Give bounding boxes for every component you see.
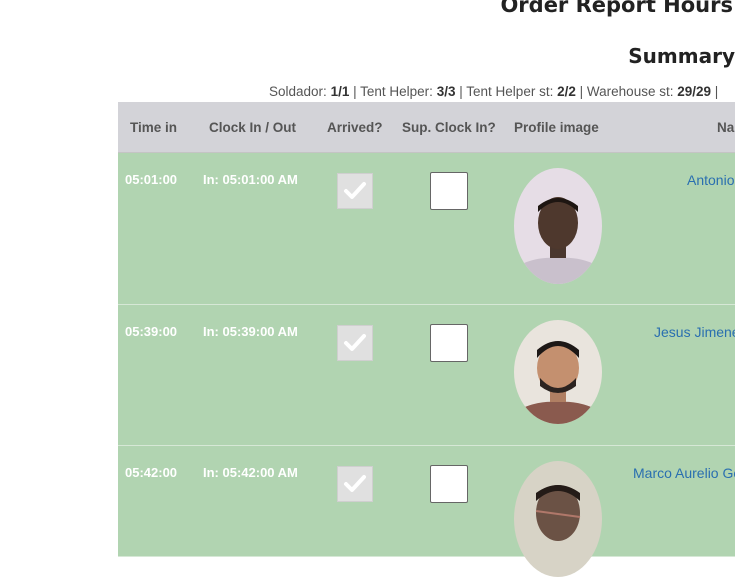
checkmark-icon bbox=[344, 334, 366, 351]
count-value: 3/3 bbox=[436, 84, 456, 99]
checkmark-icon bbox=[344, 182, 366, 199]
checkmark-icon bbox=[344, 475, 366, 492]
count-value: 1/1 bbox=[330, 84, 350, 99]
header-name[interactable]: Na bbox=[717, 120, 734, 135]
sup-clock-in-checkbox[interactable] bbox=[430, 172, 468, 210]
table-row: 05:42:00 In: 05:42:00 AM Marco Aurelio G… bbox=[118, 446, 735, 577]
table-header: Time in Clock In / Out Arrived? Sup. Clo… bbox=[118, 102, 735, 153]
sup-clock-in-checkbox[interactable] bbox=[430, 465, 468, 503]
header-profile-image[interactable]: Profile image bbox=[514, 120, 599, 135]
page-title: Order Report Hours bbox=[500, 0, 733, 17]
employee-name-link[interactable]: Jesus Jimene bbox=[654, 324, 735, 340]
time-in: 05:01:00 bbox=[125, 172, 178, 187]
avatar bbox=[514, 320, 602, 424]
attendance-table: Time in Clock In / Out Arrived? Sup. Clo… bbox=[118, 102, 735, 577]
arrived-checkbox[interactable] bbox=[337, 325, 373, 361]
clock-in-out: In: 05:42:00 AM bbox=[203, 465, 298, 480]
header-sup-clock[interactable]: Sup. Clock In? bbox=[402, 120, 496, 135]
time-in: 05:39:00 bbox=[125, 324, 178, 339]
clock-in-out: In: 05:39:00 AM bbox=[203, 324, 298, 339]
sup-clock-in-checkbox[interactable] bbox=[430, 324, 468, 362]
employee-name-link[interactable]: Antonio bbox=[687, 172, 734, 188]
count-value: 29/29 bbox=[677, 84, 712, 99]
table-row: 05:01:00 In: 05:01:00 AM Antonio bbox=[118, 153, 735, 305]
count-label: Tent Helper: bbox=[360, 84, 433, 99]
avatar bbox=[514, 168, 602, 284]
time-in: 05:42:00 bbox=[125, 465, 178, 480]
count-value: 2/2 bbox=[557, 84, 576, 99]
avatar bbox=[514, 461, 602, 577]
count-label: Soldador: bbox=[269, 84, 327, 99]
header-clock[interactable]: Clock In / Out bbox=[209, 120, 296, 135]
count-label: Warehouse st: bbox=[586, 84, 674, 99]
arrived-checkbox[interactable] bbox=[337, 466, 373, 502]
summary-heading: Summary bbox=[628, 44, 735, 68]
summary-counts: Soldador: 1/1 | Tent Helper: 3/3 | Tent … bbox=[269, 84, 719, 99]
employee-name-link[interactable]: Marco Aurelio Go bbox=[633, 465, 735, 481]
clock-in-out: In: 05:01:00 AM bbox=[203, 172, 298, 187]
header-arrived[interactable]: Arrived? bbox=[327, 120, 383, 135]
header-time-in[interactable]: Time in bbox=[130, 120, 177, 135]
table-row: 05:39:00 In: 05:39:00 AM Jesus Jimene bbox=[118, 305, 735, 446]
arrived-checkbox[interactable] bbox=[337, 173, 373, 209]
count-label: Tent Helper st: bbox=[466, 84, 554, 99]
